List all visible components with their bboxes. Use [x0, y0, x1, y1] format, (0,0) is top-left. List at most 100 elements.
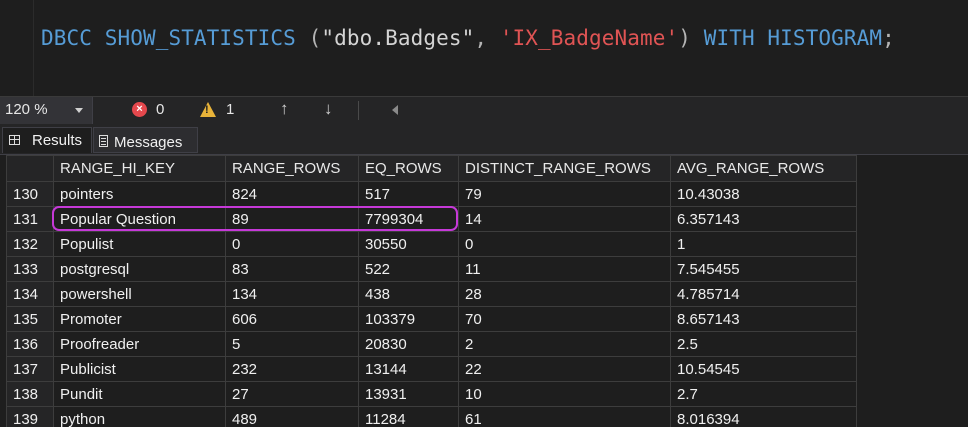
table-cell[interactable]: 0 — [459, 232, 671, 257]
grid-icon — [9, 135, 20, 145]
table-cell[interactable]: 6.357143 — [671, 207, 857, 232]
row-number[interactable]: 134 — [7, 282, 54, 307]
table-cell[interactable]: python — [54, 407, 226, 427]
zoom-level: 120 % — [5, 101, 48, 118]
table-cell[interactable]: Populist — [54, 232, 226, 257]
table-cell[interactable]: Pundit — [54, 382, 226, 407]
table-cell[interactable]: 28 — [459, 282, 671, 307]
table-cell[interactable]: Promoter — [54, 307, 226, 332]
tab-messages-label: Messages — [114, 130, 182, 156]
open-paren: ( — [296, 26, 322, 50]
semicolon: ; — [882, 26, 895, 50]
table-cell[interactable]: 8.657143 — [671, 307, 857, 332]
table-cell[interactable]: 8.016394 — [671, 407, 857, 427]
row-number[interactable]: 136 — [7, 332, 54, 357]
table-row[interactable]: 130 pointers 824 517 79 10.43038 — [7, 182, 857, 207]
table-cell[interactable]: 27 — [226, 382, 359, 407]
table-cell[interactable]: 89 — [226, 207, 359, 232]
table-cell[interactable]: pointers — [54, 182, 226, 207]
table-cell[interactable]: 13144 — [359, 357, 459, 382]
warning-icon-glyph: ! — [205, 104, 209, 116]
row-number[interactable]: 137 — [7, 357, 54, 382]
table-row[interactable]: 131 Popular Question 89 7799304 14 6.357… — [7, 207, 857, 232]
keyword-dbcc: DBCC — [41, 26, 92, 50]
table-cell[interactable]: powershell — [54, 282, 226, 307]
row-number[interactable]: 132 — [7, 232, 54, 257]
keyword-show-statistics: SHOW_STATISTICS — [105, 26, 296, 50]
tab-results[interactable]: Results — [2, 127, 92, 153]
table-row[interactable]: 139 python 489 11284 61 8.016394 — [7, 407, 857, 427]
table-name-string: "dbo.Badges" — [321, 26, 474, 50]
table-row[interactable]: 135 Promoter 606 103379 70 8.657143 — [7, 307, 857, 332]
table-cell[interactable]: 10.43038 — [671, 182, 857, 207]
table-cell[interactable]: 2 — [459, 332, 671, 357]
comma: , — [474, 26, 500, 50]
table-cell[interactable]: 22 — [459, 357, 671, 382]
row-number[interactable]: 135 — [7, 307, 54, 332]
previous-issue-arrow-icon[interactable]: ↑ — [280, 99, 289, 119]
table-cell[interactable]: 7799304 — [359, 207, 459, 232]
table-cell[interactable]: 10 — [459, 382, 671, 407]
table-cell[interactable]: 61 — [459, 407, 671, 427]
table-cell[interactable]: 522 — [359, 257, 459, 282]
table-row[interactable]: 133 postgresql 83 522 11 7.545455 — [7, 257, 857, 282]
table-cell[interactable]: 11 — [459, 257, 671, 282]
tab-results-label: Results — [32, 128, 82, 154]
table-cell[interactable]: 70 — [459, 307, 671, 332]
row-number[interactable]: 133 — [7, 257, 54, 282]
table-cell[interactable]: 14 — [459, 207, 671, 232]
table-cell[interactable]: Proofreader — [54, 332, 226, 357]
table-cell[interactable]: 0 — [226, 232, 359, 257]
table-cell[interactable]: 489 — [226, 407, 359, 427]
table-cell[interactable]: 438 — [359, 282, 459, 307]
table-cell[interactable]: 79 — [459, 182, 671, 207]
table-cell[interactable]: 103379 — [359, 307, 459, 332]
column-header[interactable]: RANGE_HI_KEY — [54, 156, 226, 182]
table-cell[interactable]: 134 — [226, 282, 359, 307]
row-number[interactable]: 130 — [7, 182, 54, 207]
table-row[interactable]: 134 powershell 134 438 28 4.785714 — [7, 282, 857, 307]
table-row[interactable]: 137 Publicist 232 13144 22 10.54545 — [7, 357, 857, 382]
error-icon[interactable]: × — [132, 102, 147, 117]
table-cell[interactable]: postgresql — [54, 257, 226, 282]
column-header[interactable]: RANGE_ROWS — [226, 156, 359, 182]
column-header[interactable]: AVG_RANGE_ROWS — [671, 156, 857, 182]
code-line[interactable]: DBCC SHOW_STATISTICS ("dbo.Badges", 'IX_… — [41, 23, 895, 53]
table-cell[interactable]: 232 — [226, 357, 359, 382]
table-row[interactable]: 138 Pundit 27 13931 10 2.7 — [7, 382, 857, 407]
tab-messages[interactable]: Messages — [93, 127, 198, 153]
table-cell[interactable]: Publicist — [54, 357, 226, 382]
table-cell[interactable]: 7.545455 — [671, 257, 857, 282]
table-cell[interactable]: 83 — [226, 257, 359, 282]
next-issue-arrow-icon[interactable]: ↓ — [324, 99, 333, 119]
zoom-dropdown[interactable]: 120 % — [0, 97, 93, 124]
error-count: 0 — [156, 101, 164, 118]
column-header[interactable]: DISTINCT_RANGE_ROWS — [459, 156, 671, 182]
query-editor[interactable]: DBCC SHOW_STATISTICS ("dbo.Badges", 'IX_… — [0, 0, 968, 96]
table-cell[interactable]: 11284 — [359, 407, 459, 427]
results-grid[interactable]: RANGE_HI_KEY RANGE_ROWS EQ_ROWS DISTINCT… — [0, 154, 968, 427]
row-number[interactable]: 138 — [7, 382, 54, 407]
chevron-down-icon — [75, 108, 83, 113]
table-cell[interactable]: 824 — [226, 182, 359, 207]
table-cell[interactable]: 2.5 — [671, 332, 857, 357]
table-row[interactable]: 132 Populist 0 30550 0 1 — [7, 232, 857, 257]
table-cell[interactable]: 13931 — [359, 382, 459, 407]
table-cell[interactable]: 1 — [671, 232, 857, 257]
table-cell[interactable]: 20830 — [359, 332, 459, 357]
table-cell[interactable]: 606 — [226, 307, 359, 332]
table-cell[interactable]: 517 — [359, 182, 459, 207]
table-cell[interactable]: 4.785714 — [671, 282, 857, 307]
table-row[interactable]: 136 Proofreader 5 20830 2 2.5 — [7, 332, 857, 357]
table-cell[interactable]: 5 — [226, 332, 359, 357]
scroll-left-arrow-icon[interactable] — [392, 105, 398, 115]
table-cell[interactable]: 10.54545 — [671, 357, 857, 382]
table-cell[interactable]: Popular Question — [54, 207, 226, 232]
row-number[interactable]: 139 — [7, 407, 54, 427]
table-cell[interactable]: 30550 — [359, 232, 459, 257]
column-header[interactable]: EQ_ROWS — [359, 156, 459, 182]
row-number[interactable]: 131 — [7, 207, 54, 232]
row-number-header[interactable] — [7, 156, 54, 182]
table-cell[interactable]: 2.7 — [671, 382, 857, 407]
status-divider — [358, 101, 359, 120]
